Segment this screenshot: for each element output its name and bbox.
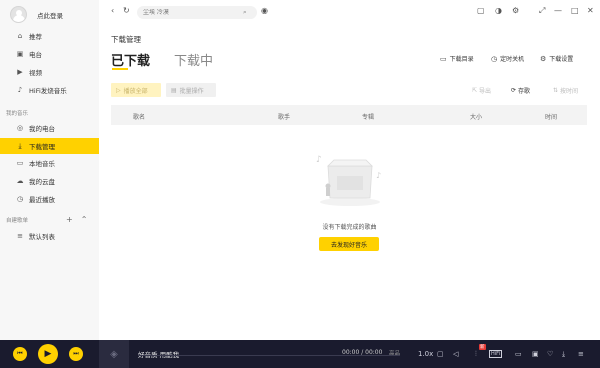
song-title[interactable]: 好音质 用酷我 bbox=[138, 349, 179, 359]
discover-music-button[interactable]: 去发现好音乐 bbox=[319, 237, 379, 251]
video-icon: ▶ bbox=[17, 68, 23, 76]
sidebar-item-recommend[interactable]: ⌂ 推荐 bbox=[0, 28, 99, 44]
player-bar: ⏮ ▶ ⏭ ◈ 好音质 用酷我 00:00 / 00:00 高品 bbox=[0, 340, 600, 368]
sidebar-item-label: 下载管理 bbox=[29, 143, 55, 151]
desktop-lyrics-icon[interactable]: ▢ bbox=[437, 350, 444, 358]
new-badge: 新 bbox=[479, 344, 486, 350]
sidebar-item-cloud[interactable]: ☁ 我的云盘 bbox=[0, 173, 99, 189]
sidebar-item-label: 我的云盘 bbox=[29, 178, 55, 186]
avatar[interactable] bbox=[10, 6, 27, 23]
heart-icon[interactable]: ♡ bbox=[547, 350, 553, 358]
sidebar-item-label: 我的电台 bbox=[29, 125, 55, 133]
hifi-icon: ♪ bbox=[17, 86, 23, 94]
prev-icon: ⏮ bbox=[17, 350, 23, 357]
download-icon: ⤓ bbox=[18, 141, 22, 150]
sidebar: 点此登录 ⌂ 推荐 ▣ 电台 ▶ 视频 ♪ HiFi发烧音乐 我的音乐 ◎ 我的… bbox=[0, 0, 99, 340]
sidebar-item-label: 默认列表 bbox=[29, 233, 55, 241]
sidebar-item-my-radio[interactable]: ◎ 我的电台 bbox=[0, 120, 99, 136]
sidebar-item-download[interactable]: ⤓ 下载管理 bbox=[0, 138, 99, 154]
radio-icon: ▣ bbox=[16, 50, 24, 58]
sidebar-item-local-music[interactable]: ▭ 本地音乐 bbox=[0, 155, 99, 171]
sidebar-item-hifi[interactable]: ♪ HiFi发烧音乐 bbox=[0, 82, 99, 98]
lyrics-icon[interactable]: ▣ bbox=[532, 350, 539, 358]
sidebar-item-label: 推荐 bbox=[29, 33, 42, 41]
login-link[interactable]: 点此登录 bbox=[37, 10, 63, 20]
equalizer-icon[interactable]: ⫶ bbox=[475, 350, 477, 359]
next-icon: ⏭ bbox=[73, 350, 79, 357]
playlist-icon[interactable]: ≡ bbox=[578, 350, 584, 358]
section-my-music: 我的音乐 bbox=[6, 111, 29, 117]
download-icon[interactable]: ⤓ bbox=[562, 350, 565, 359]
profile[interactable]: 点此登录 bbox=[10, 6, 63, 23]
section-playlists: 自建歌单 bbox=[6, 218, 29, 224]
home-icon: ⌂ bbox=[17, 32, 23, 40]
play-icon: ▶ bbox=[44, 349, 52, 359]
sidebar-item-default-list[interactable]: ≡ 默认列表 bbox=[0, 228, 99, 244]
history-icon: ◷ bbox=[16, 195, 24, 203]
album-cover[interactable]: ◈ bbox=[99, 340, 129, 368]
play-button[interactable]: ▶ bbox=[38, 344, 58, 364]
playlist-icon: ≡ bbox=[17, 232, 23, 240]
sidebar-item-label: 视频 bbox=[29, 69, 42, 77]
my-radio-icon: ◎ bbox=[16, 124, 24, 132]
comment-icon[interactable]: ▭ bbox=[515, 350, 522, 358]
add-icon[interactable]: + bbox=[66, 215, 73, 224]
empty-state: 没有下载完成的歌曲 bbox=[99, 0, 600, 340]
sidebar-item-label: HiFi发烧音乐 bbox=[29, 87, 67, 95]
local-music-icon: ▭ bbox=[16, 159, 24, 167]
collapse-icon[interactable]: ⌃ bbox=[81, 215, 88, 224]
progress-bar[interactable] bbox=[138, 355, 400, 356]
speed-control[interactable]: 1.0x bbox=[418, 350, 433, 358]
prev-button[interactable]: ⏮ bbox=[13, 347, 27, 361]
empty-text: 没有下载完成的歌曲 bbox=[322, 224, 377, 231]
sidebar-item-history[interactable]: ◷ 最近播放 bbox=[0, 191, 99, 207]
cloud-icon: ☁ bbox=[16, 177, 24, 185]
cover-placeholder-icon: ◈ bbox=[110, 348, 118, 360]
next-button[interactable]: ⏭ bbox=[69, 347, 83, 361]
volume-icon[interactable]: ◁ bbox=[453, 350, 458, 358]
sidebar-item-label: 最近播放 bbox=[29, 196, 55, 204]
hifi-badge-icon[interactable]: HiFi bbox=[489, 350, 503, 358]
playlist-actions: + ⌃ bbox=[66, 215, 87, 224]
sidebar-item-radio[interactable]: ▣ 电台 bbox=[0, 46, 99, 62]
sidebar-item-label: 电台 bbox=[29, 51, 42, 59]
sidebar-item-label: 本地音乐 bbox=[29, 160, 55, 168]
sidebar-item-video[interactable]: ▶ 视频 bbox=[0, 64, 99, 80]
